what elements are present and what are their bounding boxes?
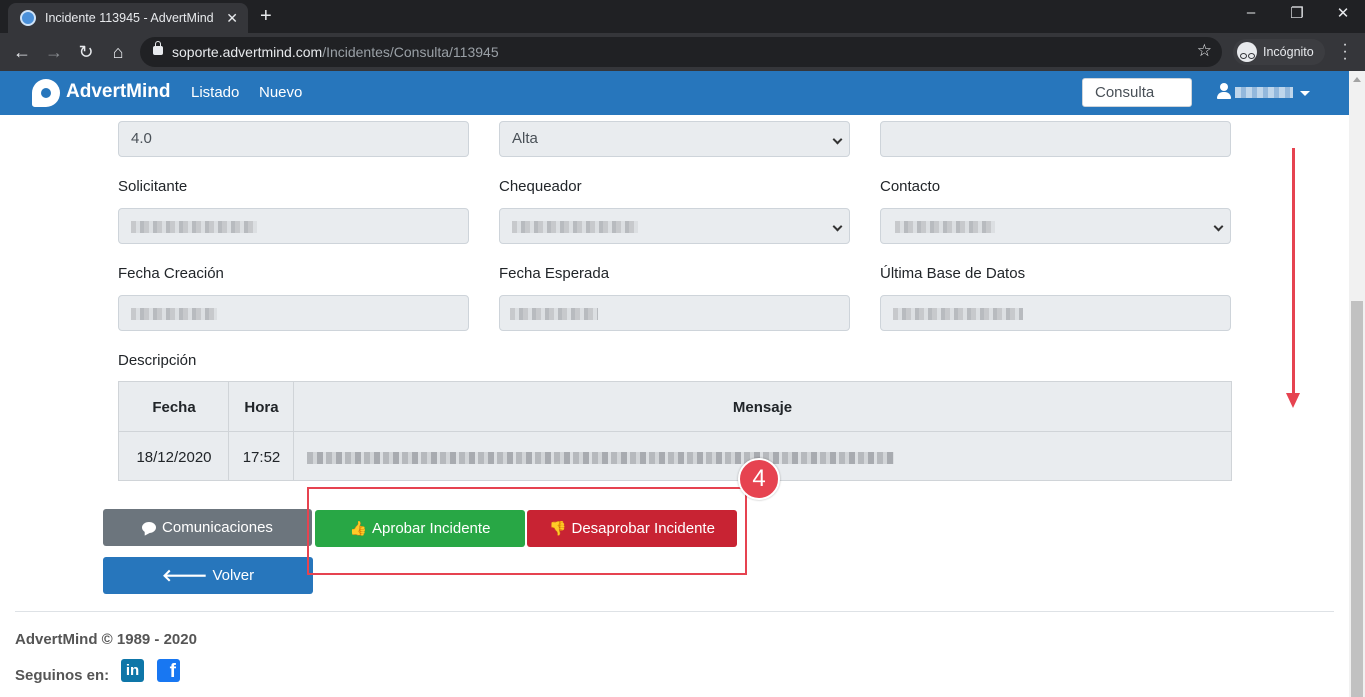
scroll-up-icon[interactable]: [1353, 77, 1361, 82]
ultima-base-label: Última Base de Datos: [880, 265, 1026, 282]
consulta-search-input[interactable]: [1082, 78, 1192, 107]
volver-label: Volver: [212, 567, 255, 584]
fecha-creacion-field[interactable]: [118, 295, 469, 331]
incognito-label: Incógnito: [1263, 45, 1314, 59]
comunicaciones-button[interactable]: Comunicaciones: [103, 509, 312, 546]
redacted-value: [510, 308, 598, 320]
scrollbar-thumb[interactable]: [1351, 301, 1363, 697]
chevron-down-icon: [832, 134, 843, 145]
footer-follow-label: Seguinos en:: [15, 667, 110, 684]
address-bar[interactable]: soporte.advertmind.com/Incidentes/Consul…: [140, 37, 1222, 67]
advertmind-logo-icon[interactable]: [32, 79, 60, 107]
redacted-value: [131, 308, 217, 320]
url-text: soporte.advertmind.com/Incidentes/Consul…: [172, 44, 499, 60]
redacted-value: [512, 221, 638, 233]
redacted-value: [893, 308, 1023, 320]
description-table: Fecha Hora Mensaje 18/12/2020 17:52: [118, 381, 1232, 481]
site-favicon-icon: [20, 10, 36, 26]
scroll-down-arrow: [1292, 148, 1295, 398]
descripcion-label: Descripción: [118, 352, 197, 369]
contacto-label: Contacto: [880, 178, 941, 195]
chequeador-label: Chequeador: [499, 178, 582, 195]
tab-title: Incidente 113945 - AdvertMind In: [45, 11, 219, 25]
ultima-base-field[interactable]: [880, 295, 1231, 331]
incognito-icon: [1237, 42, 1257, 62]
user-menu-caret-icon[interactable]: [1300, 91, 1310, 96]
restore-icon[interactable]: ❐: [1282, 4, 1312, 22]
highlight-box: [307, 487, 747, 575]
arrow-left-icon: 🡐: [161, 565, 208, 585]
version-field[interactable]: 4.0: [118, 121, 469, 157]
nav-link-nuevo[interactable]: Nuevo: [259, 84, 302, 101]
browser-menu-icon[interactable]: · · ·: [1340, 37, 1350, 67]
solicitante-field[interactable]: [118, 208, 469, 244]
incognito-indicator[interactable]: Incógnito: [1233, 39, 1325, 65]
reload-icon[interactable]: ↻: [74, 41, 98, 63]
page-scrollbar[interactable]: [1349, 71, 1365, 697]
bookmark-star-icon[interactable]: ☆: [1197, 41, 1212, 61]
redacted-value: [895, 221, 995, 233]
redacted-value: [131, 221, 257, 233]
table-header-mensaje: Mensaje: [732, 399, 793, 416]
chevron-down-icon: [832, 221, 843, 232]
lock-icon: [153, 41, 163, 55]
priority-select[interactable]: Alta: [499, 121, 850, 157]
chequeador-select[interactable]: [499, 208, 850, 244]
app-navbar: AdvertMind Listado Nuevo: [0, 71, 1349, 115]
step-number-badge: 4: [738, 458, 780, 500]
browser-tab-bar: Incidente 113945 - AdvertMind In ✕ + – ❐…: [0, 0, 1365, 33]
comment-icon: [142, 522, 157, 533]
chevron-down-icon: [1213, 221, 1224, 232]
table-header-fecha: Fecha: [152, 399, 196, 416]
new-tab-button[interactable]: +: [260, 5, 272, 27]
fecha-creacion-label: Fecha Creación: [118, 265, 224, 282]
table-header-hora: Hora: [244, 399, 279, 416]
arrow-down-icon: [1286, 393, 1300, 408]
browser-toolbar: ← → ↻ ⌂ soporte.advertmind.com/Incidente…: [0, 33, 1365, 71]
close-window-icon[interactable]: ✕: [1328, 4, 1358, 22]
nav-link-listado[interactable]: Listado: [191, 84, 239, 101]
fecha-esperada-field[interactable]: [499, 295, 850, 331]
version-value: 4.0: [131, 130, 152, 147]
solicitante-label: Solicitante: [118, 178, 188, 195]
priority-value: Alta: [512, 130, 538, 147]
footer-divider: [15, 611, 1334, 612]
close-tab-icon[interactable]: ✕: [226, 10, 238, 27]
table-cell-mensaje-redacted: [307, 452, 894, 464]
fecha-esperada-label: Fecha Esperada: [499, 265, 610, 282]
user-icon[interactable]: [1217, 83, 1231, 100]
table-cell-hora: 17:52: [242, 449, 281, 466]
home-icon[interactable]: ⌂: [106, 41, 130, 63]
minimize-icon[interactable]: –: [1236, 4, 1266, 21]
facebook-icon[interactable]: f: [157, 659, 180, 682]
table-cell-fecha: 18/12/2020: [136, 449, 212, 466]
back-icon[interactable]: ←: [10, 41, 34, 63]
comunicaciones-label: Comunicaciones: [162, 519, 273, 536]
footer-copyright: AdvertMind © 1989 - 2020: [15, 631, 197, 648]
volver-button[interactable]: 🡐 Volver: [103, 557, 313, 594]
user-name-redacted[interactable]: [1235, 87, 1293, 98]
linkedin-icon[interactable]: in: [121, 659, 144, 682]
forward-icon[interactable]: →: [42, 41, 66, 63]
contacto-select[interactable]: [880, 208, 1231, 244]
brand-name[interactable]: AdvertMind: [66, 81, 171, 103]
browser-tab[interactable]: Incidente 113945 - AdvertMind In ✕: [8, 3, 248, 33]
empty-field[interactable]: [880, 121, 1231, 157]
